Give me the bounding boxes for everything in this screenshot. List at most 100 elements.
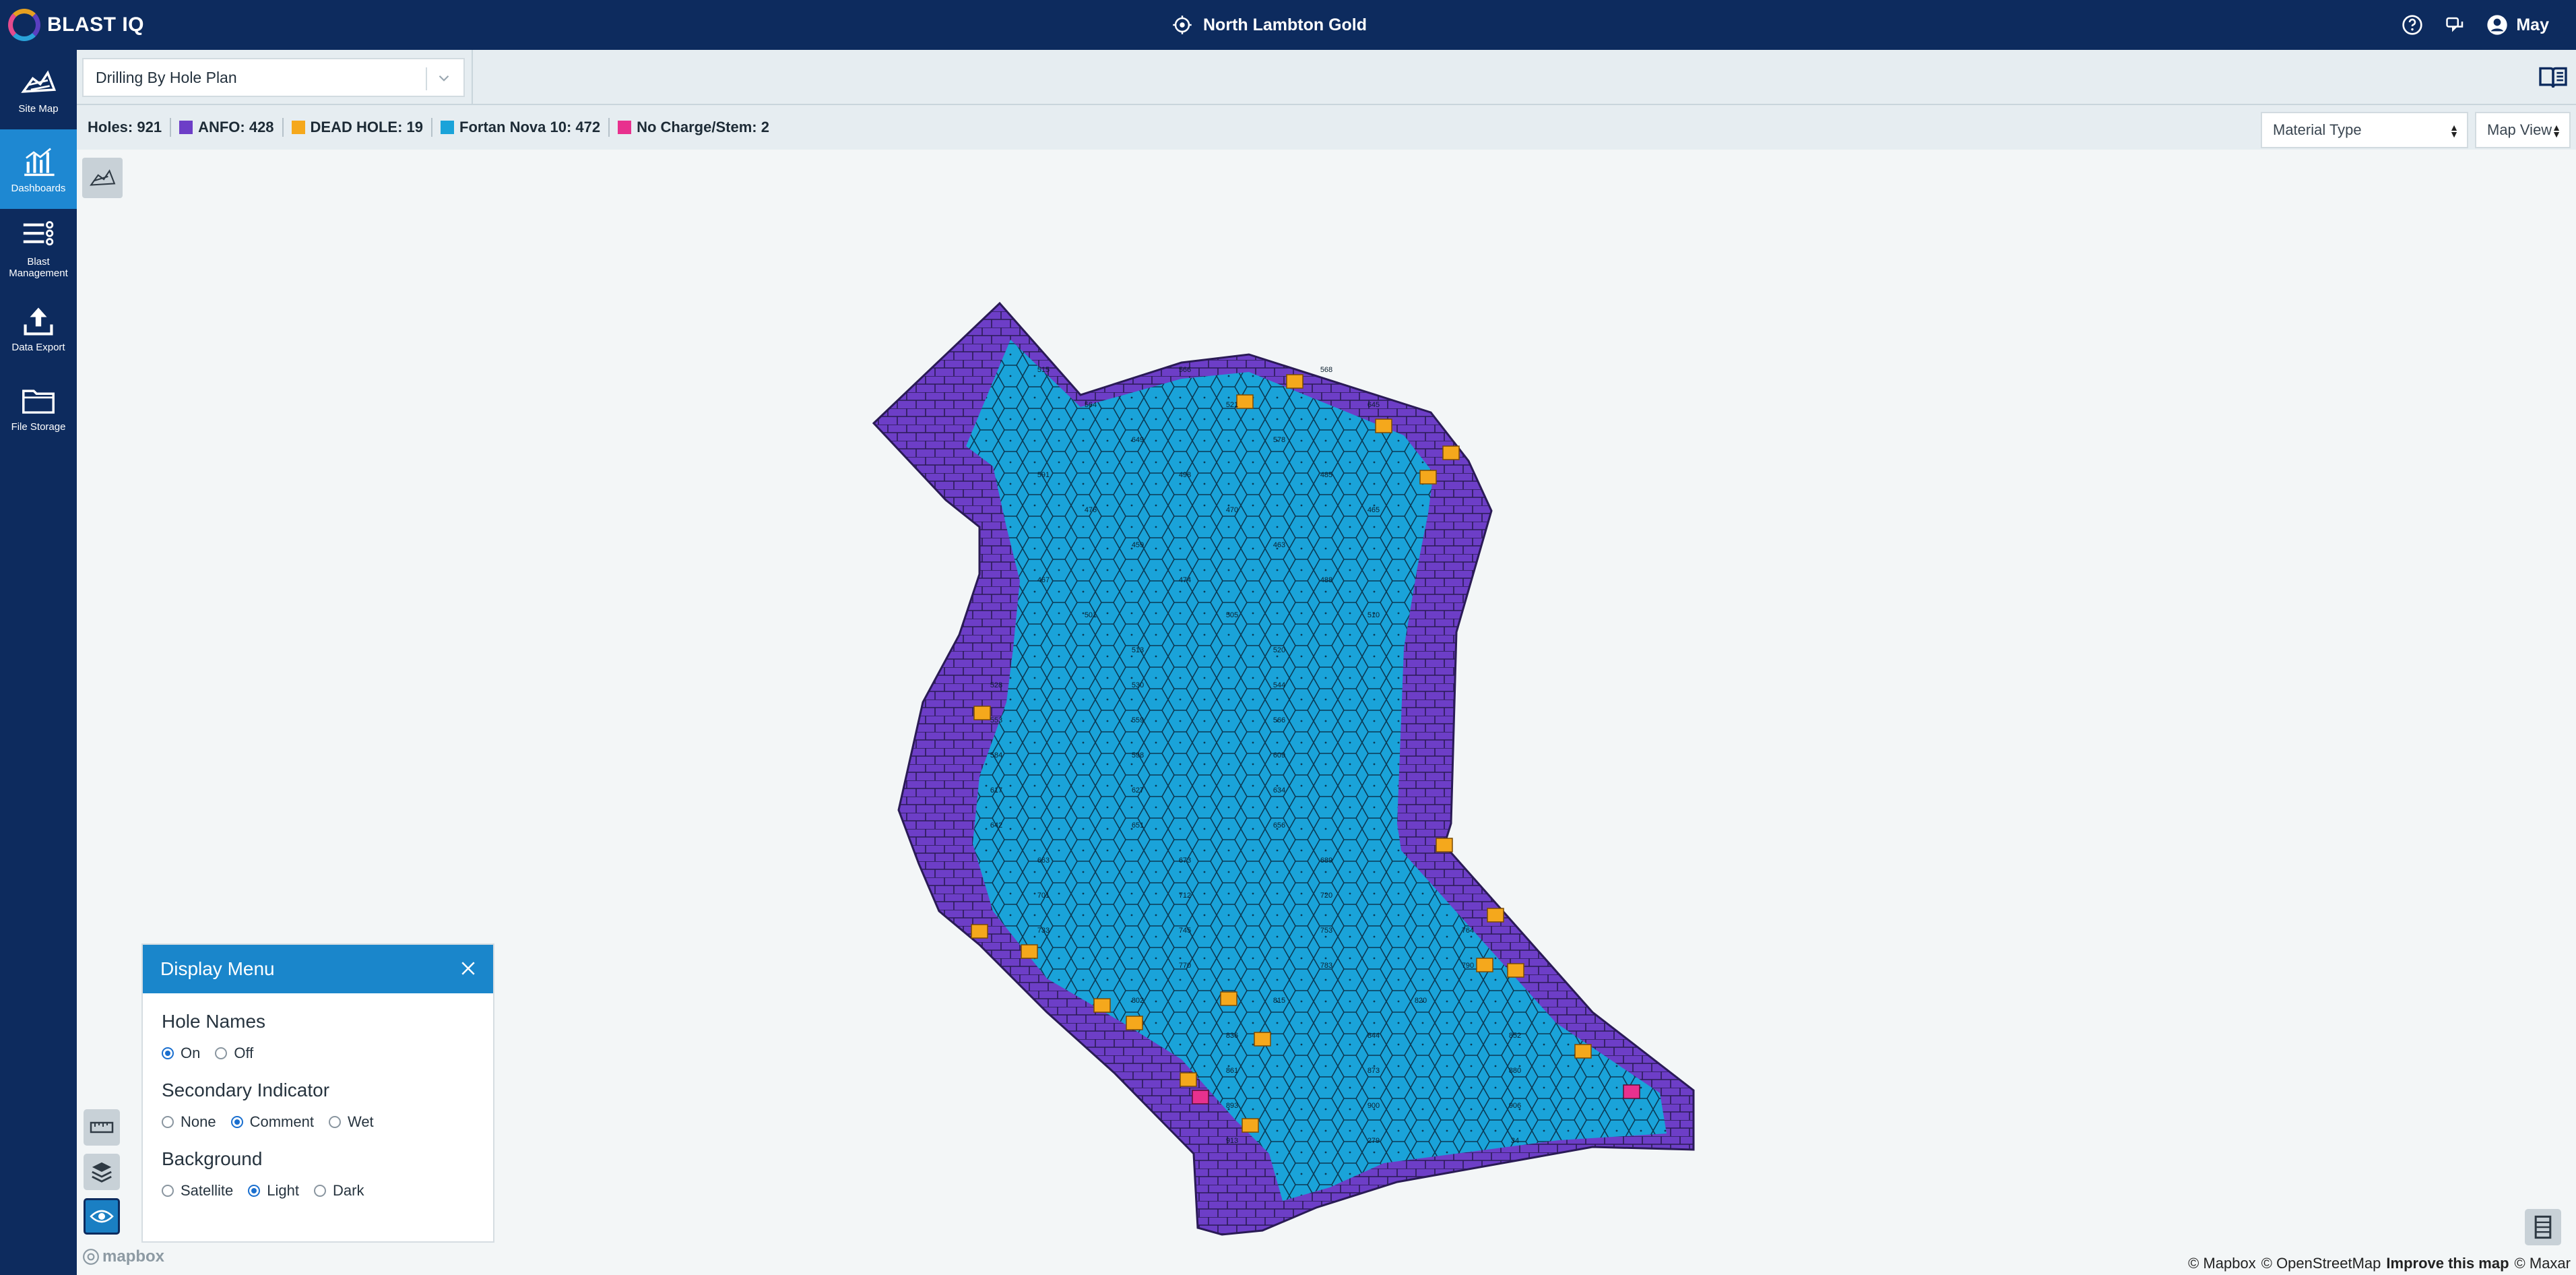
background-light-radio[interactable]: Light — [248, 1182, 299, 1200]
nav-site-map[interactable]: Site Map — [0, 50, 77, 129]
layers-button[interactable] — [84, 1154, 120, 1190]
color-by-value: Material Type — [2273, 121, 2362, 138]
hole-label: 663 — [1037, 857, 1050, 865]
hole-label: 505 — [1226, 611, 1238, 619]
plan-selector[interactable]: Drilling By Hole Plan — [82, 58, 465, 97]
radio-icon — [328, 1116, 341, 1128]
app-logo[interactable]: BLAST IQ — [8, 8, 144, 42]
legend-label-fortan-nova: Fortan Nova 10: 472 — [459, 119, 601, 135]
dead-hole[interactable] — [1375, 418, 1392, 433]
attribution-maxar[interactable]: © Maxar — [2515, 1255, 2571, 1272]
hole-label: 459 — [1132, 541, 1144, 549]
location-icon — [1173, 15, 1192, 34]
attribution-mapbox[interactable]: © Mapbox — [2188, 1255, 2256, 1272]
nav-label: Blast Management — [9, 256, 68, 279]
hole-label: 753 — [1320, 927, 1332, 935]
hole-names-title: Hole Names — [162, 1011, 266, 1032]
ruler-button[interactable] — [84, 1109, 120, 1146]
no-charge-hole[interactable] — [1192, 1090, 1209, 1105]
dashboards-icon — [24, 147, 55, 176]
dead-hole[interactable] — [1021, 944, 1038, 959]
radio-label: None — [181, 1113, 216, 1130]
dead-hole[interactable] — [1574, 1044, 1592, 1059]
dead-hole[interactable] — [1254, 1032, 1271, 1047]
dead-hole[interactable] — [1220, 991, 1237, 1006]
nav-dashboards[interactable]: Dashboards — [0, 129, 77, 209]
hole-label: 584 — [990, 751, 1002, 759]
hole-label: 568 — [1320, 366, 1332, 374]
dead-hole[interactable] — [1507, 963, 1524, 978]
user-menu[interactable]: May — [2486, 14, 2549, 36]
layer-order-button[interactable] — [2525, 1209, 2561, 1245]
help-icon[interactable] — [2400, 13, 2424, 37]
hole-label: 591 — [1037, 471, 1050, 479]
hole-label: 513 — [1132, 646, 1144, 654]
dead-hole[interactable] — [1093, 998, 1111, 1013]
display-menu-button[interactable] — [84, 1198, 120, 1235]
close-icon[interactable] — [458, 958, 478, 978]
view-value: Map View — [2487, 121, 2552, 138]
dead-hole[interactable] — [1180, 1072, 1197, 1087]
hole-label: 566 — [1179, 366, 1191, 374]
view-select[interactable]: Map View ▲ ▼ — [2475, 112, 2571, 148]
dead-hole[interactable] — [1476, 958, 1493, 972]
top-bar: BLAST IQ North Lambton Gold May — [0, 0, 2576, 50]
dead-hole[interactable] — [971, 924, 988, 939]
hole-label: 520 — [1273, 646, 1285, 654]
left-navigation: Site Map Dashboards Blast Management Dat… — [0, 50, 77, 1275]
radio-icon — [314, 1185, 326, 1197]
attribution-osm[interactable]: © OpenStreetMap — [2261, 1255, 2381, 1272]
hole-label: 510 — [1367, 611, 1380, 619]
hole-label: 764 — [1462, 927, 1474, 935]
no-charge-hole[interactable] — [1623, 1084, 1640, 1099]
indicator-comment-radio[interactable]: Comment — [230, 1113, 314, 1131]
ruler-map-icon — [90, 169, 116, 186]
nav-file-storage[interactable]: File Storage — [0, 368, 77, 447]
dead-hole[interactable] — [973, 706, 991, 720]
hole-names-off-radio[interactable]: Off — [215, 1045, 253, 1062]
indicator-none-radio[interactable]: None — [162, 1113, 216, 1131]
hole-label: 689 — [1320, 857, 1332, 865]
radio-label: Satellite — [181, 1182, 234, 1199]
hole-names-on-radio[interactable]: On — [162, 1045, 200, 1062]
hole-label: 485 — [1320, 471, 1332, 479]
hole-label: 906 — [1509, 1102, 1521, 1110]
hole-label: 465 — [1367, 506, 1380, 514]
dead-hole[interactable] — [1242, 1118, 1259, 1133]
open-book-icon[interactable] — [2538, 65, 2568, 90]
dead-hole[interactable] — [1442, 445, 1460, 460]
dead-hole[interactable] — [1436, 838, 1453, 852]
eye-icon — [90, 1210, 114, 1223]
dead-hole[interactable] — [1126, 1016, 1143, 1030]
hole-label: 900 — [1367, 1102, 1380, 1110]
background-dark-radio[interactable]: Dark — [314, 1182, 364, 1200]
measure-tool-button[interactable] — [82, 158, 123, 198]
hole-label: 861 — [1226, 1067, 1238, 1075]
app-name: BLAST IQ — [47, 13, 144, 36]
color-by-select[interactable]: Material Type ▲ ▼ — [2261, 112, 2468, 148]
hole-label: 836 — [1226, 1032, 1238, 1040]
dead-hole[interactable] — [1236, 394, 1254, 409]
dead-hole[interactable] — [1286, 374, 1303, 389]
nav-blast-management[interactable]: Blast Management — [0, 209, 77, 288]
dead-hole[interactable] — [1419, 470, 1437, 485]
hole-label: 488 — [1320, 576, 1332, 584]
dead-hole[interactable] — [1487, 908, 1504, 923]
radio-label: Dark — [333, 1182, 364, 1199]
background-options: Satellite Light Dark — [162, 1182, 474, 1200]
improve-map-link[interactable]: Improve this map — [2386, 1255, 2509, 1272]
hole-label: 598 — [1132, 751, 1144, 759]
background-satellite-radio[interactable]: Satellite — [162, 1182, 233, 1200]
hole-label: 770 — [1179, 962, 1191, 970]
site-selector[interactable]: North Lambton Gold — [1172, 8, 1367, 42]
indicator-wet-radio[interactable]: Wet — [328, 1113, 374, 1131]
feedback-icon[interactable] — [2443, 13, 2468, 37]
hole-label: 476 — [1085, 506, 1097, 514]
hole-label: 893 — [1226, 1102, 1238, 1110]
mapbox-logo[interactable]: mapbox — [82, 1247, 164, 1267]
legend-separator — [282, 118, 284, 137]
nav-data-export[interactable]: Data Export — [0, 288, 77, 368]
toolbar: Drilling By Hole Plan — [77, 50, 2576, 105]
legend-separator — [608, 118, 610, 137]
radio-label: Wet — [347, 1113, 374, 1130]
